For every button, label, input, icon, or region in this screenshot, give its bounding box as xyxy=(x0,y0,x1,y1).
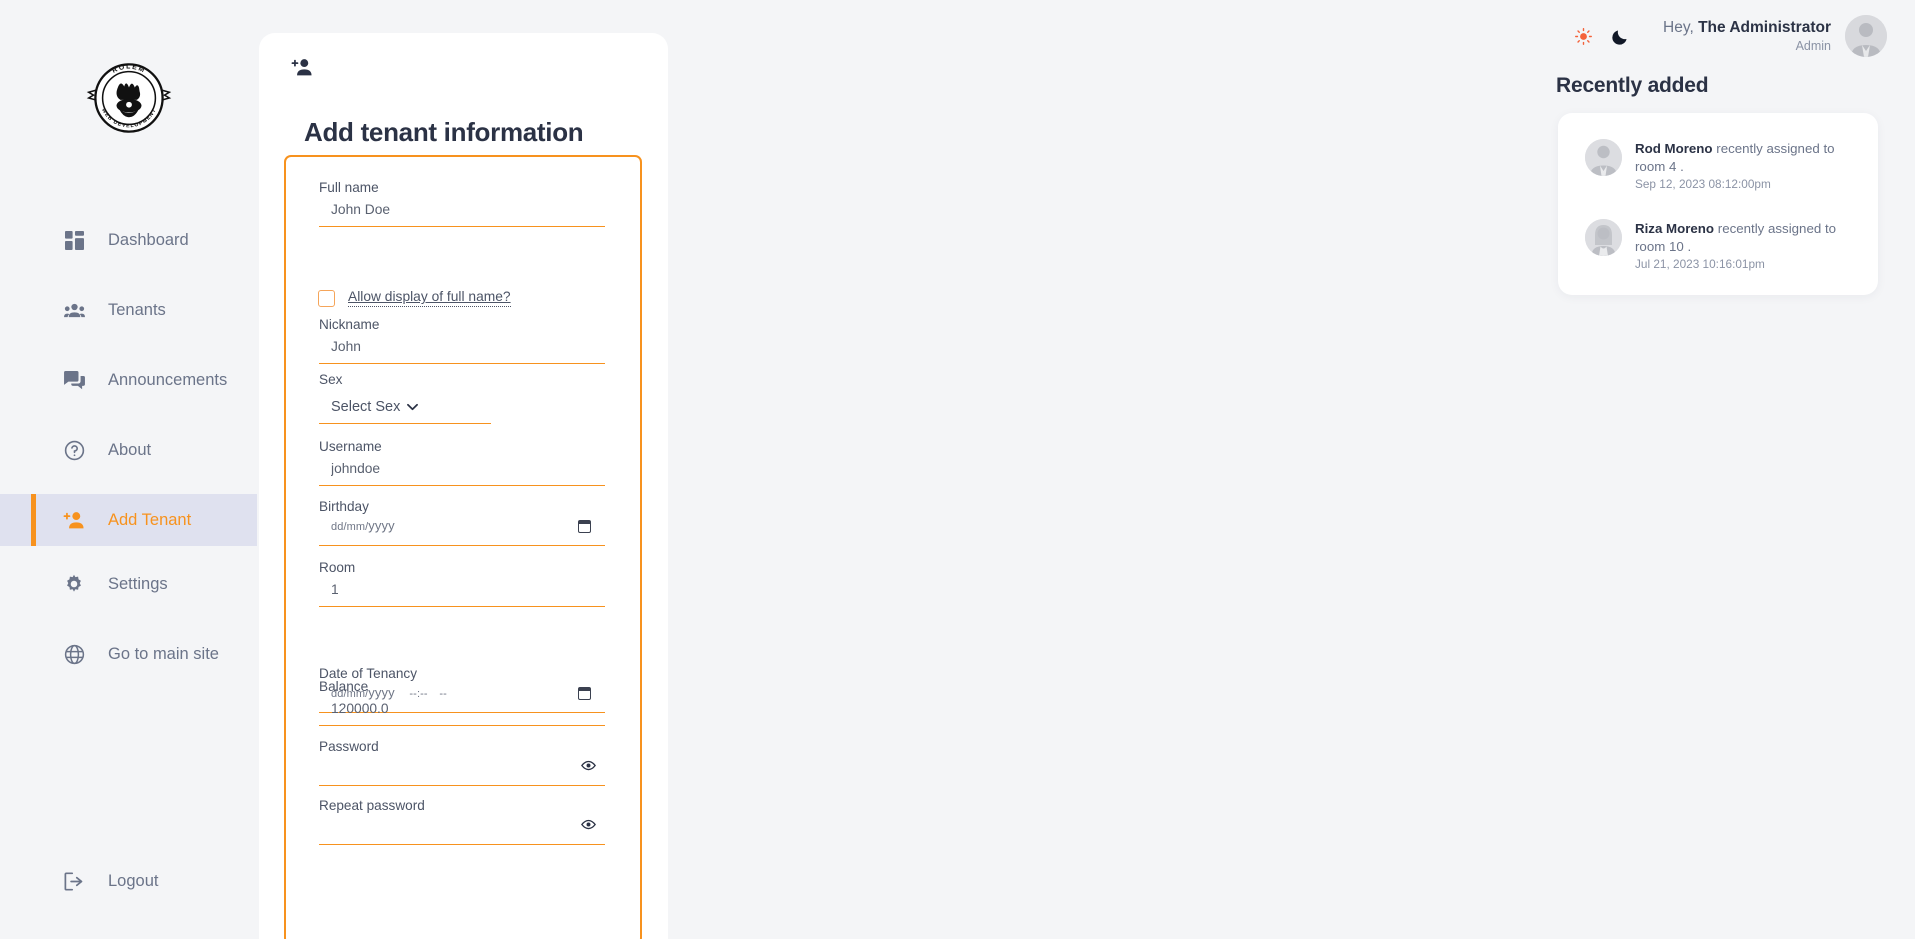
sidebar-item-announcements[interactable]: Announcements xyxy=(0,354,257,406)
app-root: 20 23 ROLEM WEB DEVELOPMENT xyxy=(0,0,1915,939)
user-role: Admin xyxy=(1795,39,1831,53)
add-tenant-card: Add tenant information Full name Nicknam… xyxy=(259,33,668,939)
recently-added-card: Rod Moreno recently assigned to room 4 .… xyxy=(1558,113,1878,295)
calendar-icon[interactable] xyxy=(578,520,591,533)
gear-icon xyxy=(62,572,86,596)
avatar xyxy=(1585,219,1622,256)
recently-added-title: Recently added xyxy=(1556,74,1709,97)
field-sex: Sex Select Sex xyxy=(319,372,605,430)
field-label: Nickname xyxy=(319,317,380,332)
tenant-name: Rod Moreno xyxy=(1635,141,1713,156)
sidebar-item-label: Announcements xyxy=(108,370,228,389)
list-item-line: Riza Moreno recently assigned to room 10… xyxy=(1635,220,1847,255)
timestamp: Sep 12, 2023 08:12:00pm xyxy=(1635,177,1771,191)
field-label: Balance xyxy=(319,679,369,694)
field-password: Password xyxy=(319,739,605,786)
list-item-line: Rod Moreno recently assigned to room 4 . xyxy=(1635,140,1847,175)
field-balance: Balance xyxy=(319,679,605,726)
field-label: Sex xyxy=(319,372,343,387)
list-item[interactable]: Rod Moreno recently assigned to room 4 .… xyxy=(1585,139,1855,191)
sex-select-value: Select Sex xyxy=(331,398,401,415)
room-input[interactable] xyxy=(319,577,605,607)
sidebar-item-label: Add Tenant xyxy=(108,510,192,529)
people-icon xyxy=(62,298,86,322)
sidebar-item-label: About xyxy=(108,440,152,459)
sidebar-item-label: Tenants xyxy=(108,300,166,319)
question-icon xyxy=(62,438,86,462)
chat-icon xyxy=(62,368,86,392)
sun-icon[interactable] xyxy=(1575,27,1592,45)
greeting-prefix: Hey, xyxy=(1663,19,1694,36)
username-input[interactable] xyxy=(319,456,605,486)
tenant-name: Riza Moreno xyxy=(1635,221,1715,236)
chevron-down-icon xyxy=(407,403,419,411)
sidebar-item-label: Logout xyxy=(108,871,159,890)
list-item-text: Rod Moreno recently assigned to room 4 .… xyxy=(1635,139,1847,191)
field-username: Username xyxy=(319,439,605,486)
avatar[interactable] xyxy=(1845,15,1887,57)
eye-icon[interactable] xyxy=(581,817,596,835)
sidebar-item-dashboard[interactable]: Dashboard xyxy=(0,214,257,266)
full-name-input[interactable] xyxy=(319,197,605,227)
field-label: Birthday xyxy=(319,499,369,514)
field-room: Room xyxy=(319,560,605,607)
header-bar: Hey, The Administrator Admin xyxy=(1575,15,1887,57)
sidebar-item-about[interactable]: About xyxy=(0,424,257,476)
field-repeat-password: Repeat password xyxy=(319,798,605,845)
list-item-text: Riza Moreno recently assigned to room 10… xyxy=(1635,219,1847,271)
field-label: Repeat password xyxy=(319,798,425,813)
moon-icon[interactable] xyxy=(1612,28,1629,45)
person-add-icon xyxy=(291,58,313,82)
person-add-icon xyxy=(62,508,86,532)
allow-full-name-checkbox[interactable] xyxy=(318,289,335,307)
dashboard-icon xyxy=(62,228,86,252)
timestamp: Jul 21, 2023 10:16:01pm xyxy=(1635,257,1765,271)
sidebar-item-tenants[interactable]: Tenants xyxy=(0,284,257,336)
sidebar-item-go-to-main-site[interactable]: Go to main site xyxy=(0,628,257,680)
greeting-line: Hey, The Administrator xyxy=(1663,19,1831,37)
logout-row[interactable]: Logout xyxy=(0,855,257,907)
allow-full-name-label[interactable]: Allow display of full name? xyxy=(348,289,511,307)
sidebar-item-label: Dashboard xyxy=(108,230,189,249)
sidebar-item-add-tenant[interactable]: Add Tenant xyxy=(0,494,257,546)
field-label: Full name xyxy=(319,180,379,195)
field-label: Username xyxy=(319,439,382,454)
add-tenant-form: Full name Nickname Sex Select Sex xyxy=(284,155,642,939)
allow-full-name-row: Allow display of full name? xyxy=(318,289,511,307)
avatar xyxy=(1585,139,1622,176)
brand-logo: 20 23 ROLEM WEB DEVELOPMENT xyxy=(0,50,257,146)
globe-icon xyxy=(62,642,86,666)
field-birthday: Birthday dd/mm/yyyy xyxy=(319,499,605,546)
password-input[interactable] xyxy=(319,756,605,786)
field-label: Password xyxy=(319,739,379,754)
sidebar-item-logout[interactable]: Logout xyxy=(0,855,257,907)
field-full-name: Full name xyxy=(319,180,605,227)
sidebar-item-label: Go to main site xyxy=(108,644,219,663)
sidebar-item-settings[interactable]: Settings xyxy=(0,558,257,610)
field-label: Room xyxy=(319,560,356,575)
balance-input[interactable] xyxy=(319,696,605,726)
rolem-logo-icon: 20 23 ROLEM WEB DEVELOPMENT xyxy=(86,63,171,133)
eye-icon[interactable] xyxy=(581,758,596,776)
field-nickname: Nickname xyxy=(319,317,605,364)
list-item[interactable]: Riza Moreno recently assigned to room 10… xyxy=(1585,219,1855,271)
birthday-input[interactable] xyxy=(319,516,605,546)
logout-icon xyxy=(62,869,86,893)
repeat-password-input[interactable] xyxy=(319,815,605,845)
user-greeting: Hey, The Administrator Admin xyxy=(1663,19,1831,53)
page-title: Add tenant information xyxy=(304,117,584,147)
sex-select[interactable]: Select Sex xyxy=(319,394,491,424)
sidebar-item-label: Settings xyxy=(108,574,168,593)
sidebar-nav: Dashboard Tenants Announcements About Ad… xyxy=(0,214,257,680)
nickname-input[interactable] xyxy=(319,334,605,364)
sidebar: 20 23 ROLEM WEB DEVELOPMENT xyxy=(0,0,257,939)
user-name: The Administrator xyxy=(1698,19,1831,36)
